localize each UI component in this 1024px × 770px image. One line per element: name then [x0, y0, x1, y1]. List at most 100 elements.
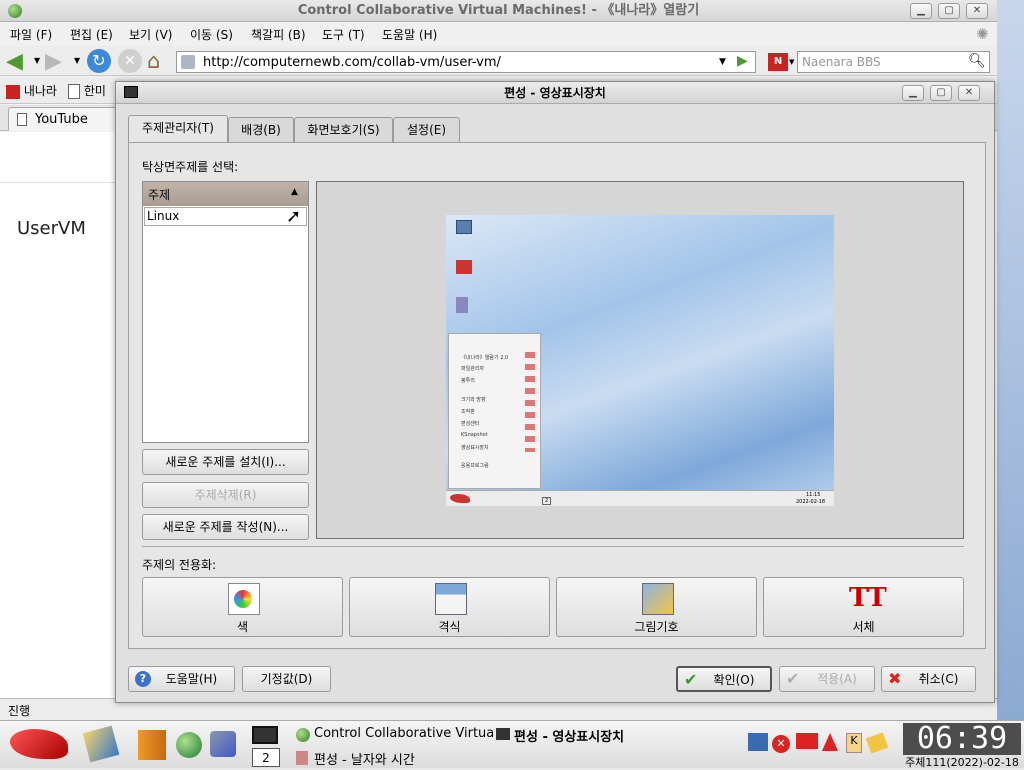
dialog-title: 편성 - 영상표시장치	[504, 86, 606, 100]
tab-background[interactable]: 배경(B)	[228, 117, 294, 142]
url-bar[interactable]: http://computernewb.com/collab-vm/user-v…	[176, 51, 756, 73]
dialog-close-button[interactable]: ✕	[958, 85, 980, 101]
desktop-icon	[456, 260, 472, 274]
preview-screen: 《내나라》열람기 2.0 파일관리자 봉투리 크기와 방향 조작판 편성센터 K…	[446, 215, 834, 506]
color-palette-icon	[228, 583, 260, 615]
navigation-toolbar: ◀ ▼ ▶ ▼ ↻ ✕ ⌂ http://computernewb.com/co…	[0, 46, 997, 76]
volume-muted-icon[interactable]: ✕	[772, 735, 790, 753]
display-icon	[124, 86, 138, 98]
throbber-icon: ✺	[976, 25, 989, 43]
install-theme-button[interactable]: 새로운 주제를 설치(I)...	[142, 449, 309, 475]
alert-icon[interactable]	[822, 733, 838, 751]
files-icon[interactable]	[138, 730, 166, 760]
keyboard-icon[interactable]: K	[846, 733, 862, 753]
page-icon	[17, 113, 27, 126]
flag-icon[interactable]	[796, 733, 818, 749]
tab-settings[interactable]: 설정(E)	[393, 117, 460, 142]
back-icon[interactable]: ◀	[6, 49, 23, 74]
dialog-minimize-button[interactable]: ▁	[902, 85, 924, 101]
menu-file[interactable]: 파일 (F)	[10, 26, 52, 43]
menu-bar: 파일 (F) 편집 (E) 보기 (V) 이동 (S) 책갈피 (B) 도구 (…	[0, 23, 997, 45]
menu-view[interactable]: 보기 (V)	[129, 26, 172, 43]
list-item[interactable]: Linux	[144, 207, 307, 226]
notes-icon[interactable]	[865, 732, 889, 754]
dialog-maximize-button[interactable]: ▢	[930, 85, 952, 101]
search-icon[interactable]: 🔍︎	[968, 53, 986, 69]
ok-button[interactable]: ✔ 확인(O)	[676, 666, 772, 692]
delete-theme-button[interactable]: 주제삭제(R)	[142, 482, 309, 508]
mouse-cursor-icon: ➚	[286, 206, 302, 227]
desktop-pager[interactable]: 2	[252, 748, 280, 767]
bookmark-hanmi[interactable]: 한미	[68, 82, 106, 99]
checkmark-icon: ✔	[684, 670, 698, 689]
show-desktop-icon[interactable]	[252, 726, 278, 744]
cancel-icon: ✖	[888, 669, 902, 688]
window-style-icon	[435, 583, 467, 615]
start-menu-icon[interactable]	[10, 729, 68, 759]
defaults-button[interactable]: 기정값(D)	[242, 666, 331, 692]
status-text: 진행	[8, 704, 31, 718]
theme-list[interactable]: 주제 ▲ Linux ➚	[142, 181, 309, 443]
fonts-button[interactable]: TT 서체	[763, 577, 964, 637]
help-button[interactable]: ? 도움말(H)	[128, 666, 235, 692]
color-button[interactable]: 색	[142, 577, 343, 637]
globe-icon	[8, 4, 22, 18]
menu-tools[interactable]: 도구 (T)	[322, 26, 365, 43]
cancel-button[interactable]: ✖ 취소(C)	[881, 666, 976, 692]
maximize-button[interactable]: ▢	[938, 3, 960, 19]
browser-title-bar[interactable]: Control Collaborative Virtual Machines! …	[0, 0, 997, 22]
clock[interactable]: 06:39	[903, 723, 1021, 755]
tab-theme-manager[interactable]: 주제관리자(T)	[128, 115, 228, 142]
help-icon: ?	[135, 671, 151, 687]
font-icon: TT	[849, 583, 887, 613]
globe-icon	[296, 728, 310, 742]
tab-youtube[interactable]: YouTube	[8, 107, 118, 131]
search-engine-dropdown-icon[interactable]: ▼	[789, 58, 794, 66]
task-display-settings[interactable]: 편성 - 영상표시장치	[494, 724, 694, 746]
menu-go[interactable]: 이동 (S)	[190, 26, 233, 43]
customize-label: 주제의 전용화:	[142, 558, 217, 572]
reload-icon[interactable]: ↻	[87, 49, 111, 73]
style-button[interactable]: 격식	[349, 577, 550, 637]
menu-help[interactable]: 도움말 (H)	[382, 26, 437, 43]
desktop-icon	[456, 220, 472, 234]
page-heading: UserVM	[17, 218, 86, 239]
desktop-background	[997, 0, 1024, 720]
icons-button[interactable]: 그림기호	[556, 577, 757, 637]
task-browser[interactable]: Control Collaborative Virtua	[292, 724, 494, 746]
search-engine-icon[interactable]: N	[768, 53, 788, 71]
bookmark-naenara[interactable]: 내나라	[6, 82, 57, 99]
url-dropdown-icon[interactable]: ▼	[719, 57, 726, 67]
icon-theme-icon	[642, 583, 674, 615]
forward-icon[interactable]: ▶	[45, 49, 62, 74]
preview-taskbar: 2 11:15 2022-02-18	[446, 490, 834, 506]
date-label: 주체111(2022)-02-18	[905, 756, 1019, 769]
menu-edit[interactable]: 편집 (E)	[70, 26, 113, 43]
back-dropdown-icon[interactable]: ▼	[34, 56, 40, 65]
url-text: http://computernewb.com/collab-vm/user-v…	[203, 55, 501, 70]
page-icon	[68, 84, 80, 99]
network-icon[interactable]	[748, 733, 768, 751]
close-button[interactable]: ✕	[966, 3, 988, 19]
dialog-title-bar[interactable]: 편성 - 영상표시장치 ▁ ▢ ✕	[116, 82, 994, 104]
page-icon	[181, 55, 195, 69]
minimize-button[interactable]: ▁	[910, 3, 932, 19]
go-icon[interactable]: ▶	[737, 53, 748, 69]
naenara-icon	[6, 84, 20, 99]
search-input[interactable]: Naenara BBS 🔍︎	[797, 51, 990, 73]
checkmark-icon: ✔	[786, 669, 800, 688]
apply-button[interactable]: ✔ 적용(A)	[779, 666, 875, 692]
media-icon[interactable]	[210, 731, 236, 757]
browser-icon[interactable]	[176, 732, 202, 758]
tab-screensaver[interactable]: 화면보호기(S)	[294, 117, 393, 142]
task-date-time[interactable]: 편성 - 날자와 시간	[292, 747, 492, 769]
menu-bookmarks[interactable]: 책갈피 (B)	[251, 26, 306, 43]
home-icon[interactable]: ⌂	[147, 49, 160, 73]
sort-arrow-icon: ▲	[291, 187, 298, 197]
forward-dropdown-icon[interactable]: ▼	[74, 56, 80, 65]
list-header[interactable]: 주제 ▲	[143, 182, 308, 206]
stop-icon[interactable]: ✕	[118, 49, 142, 73]
taskbar: 2 Control Collaborative Virtua 편성 - 영상표시…	[0, 720, 1024, 768]
create-theme-button[interactable]: 새로운 주제를 작성(N)...	[142, 514, 309, 540]
editor-icon[interactable]	[82, 725, 120, 763]
